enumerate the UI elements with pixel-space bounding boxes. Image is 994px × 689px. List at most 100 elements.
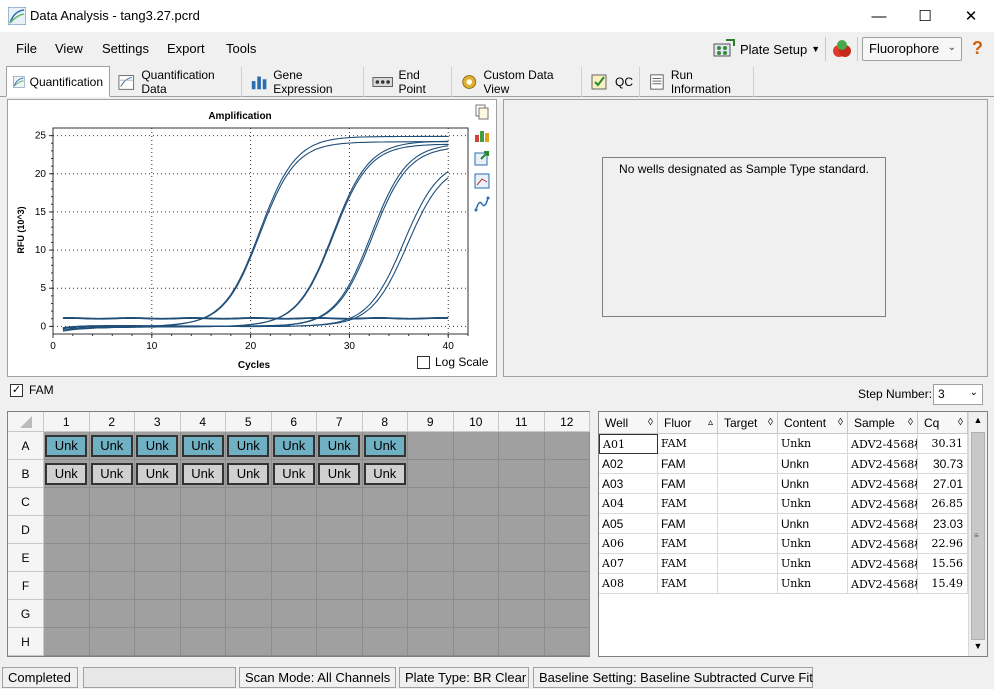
log-scale-toggle[interactable]: Log Scale [417,355,488,369]
table-cell[interactable] [718,454,778,474]
plate-well[interactable] [89,628,135,656]
plate-corner[interactable] [8,412,44,432]
plate-well[interactable] [271,488,317,516]
plate-well[interactable] [362,628,408,656]
plate-column-header[interactable]: 11 [499,412,545,432]
tab-gene-expression[interactable]: Gene Expression [244,67,364,97]
plate-well[interactable] [499,488,545,516]
plate-well[interactable] [453,460,499,488]
plate-well[interactable] [453,544,499,572]
plate-well[interactable] [180,600,226,628]
plate-well[interactable] [317,628,363,656]
plate-well[interactable]: Unk [226,460,272,488]
plate-well[interactable] [453,488,499,516]
plate-well[interactable] [453,572,499,600]
plate-well[interactable]: Unk [135,432,181,460]
plate-well[interactable] [226,488,272,516]
plate-well[interactable] [544,544,590,572]
table-header[interactable]: Sample ◊ [848,412,918,434]
table-cell[interactable]: 22.96 [918,534,968,554]
plate-well[interactable] [44,544,90,572]
plate-well[interactable]: Unk [362,432,408,460]
plate-well[interactable] [44,488,90,516]
table-cell[interactable]: A04 [599,494,658,514]
plate-well[interactable] [408,460,454,488]
menu-tools[interactable]: Tools [226,41,256,56]
table-cell[interactable]: Unkn [778,494,848,514]
plate-well[interactable] [226,572,272,600]
plate-well[interactable] [135,488,181,516]
plate-well[interactable] [271,572,317,600]
plate-well[interactable] [180,516,226,544]
table-cell[interactable]: Unkn [778,554,848,574]
plate-well[interactable] [271,544,317,572]
fam-checkbox[interactable]: ✓ [10,383,23,397]
plate-well[interactable]: Unk [89,432,135,460]
plate-column-header[interactable]: 9 [408,412,454,432]
menu-settings[interactable]: Settings [102,41,149,56]
plate-well[interactable] [44,572,90,600]
maximize-button[interactable]: ☐ [902,0,948,32]
plate-well[interactable] [544,572,590,600]
plate-row-header[interactable]: C [8,488,44,516]
plate-well[interactable] [408,516,454,544]
chart-options-icon[interactable] [474,127,490,143]
plate-well[interactable] [544,460,590,488]
plate-column-header[interactable]: 5 [226,412,272,432]
plate-row-header[interactable]: B [8,460,44,488]
plate-well[interactable]: Unk [44,460,90,488]
plate-well[interactable] [408,544,454,572]
table-cell[interactable]: FAM [658,554,718,574]
plate-well[interactable] [453,600,499,628]
export-chart-icon[interactable] [474,150,490,166]
plate-well[interactable] [362,600,408,628]
table-cell[interactable]: ADV2-4568标 [848,534,918,554]
plate-well[interactable] [180,544,226,572]
table-cell[interactable]: ADV2-4568标 [848,434,918,454]
plate-well[interactable] [317,488,363,516]
plate-well[interactable] [317,544,363,572]
table-cell[interactable] [718,434,778,454]
plate-column-header[interactable]: 8 [362,412,408,432]
plate-well[interactable]: Unk [135,460,181,488]
table-cell[interactable]: 30.73 [918,454,968,474]
plate-well[interactable] [544,488,590,516]
table-scrollbar[interactable]: ▲ ≡ ▼ [968,412,987,656]
fluorophore-select[interactable]: Fluorophore ⌄ [862,37,962,61]
plate-well[interactable] [271,628,317,656]
help-icon[interactable]: ? [972,38,983,59]
tab-end-point[interactable]: End Point [366,67,452,97]
table-cell[interactable]: ADV2-4568标 [848,474,918,494]
tab-quantification[interactable]: Quantification [6,66,110,97]
plate-well[interactable] [499,432,545,460]
plate-well[interactable] [362,516,408,544]
plate-well[interactable] [408,600,454,628]
plate-well[interactable] [180,488,226,516]
table-cell[interactable]: A03 [599,474,658,494]
plate-well[interactable] [544,516,590,544]
table-cell[interactable]: 15.49 [918,574,968,594]
menu-view[interactable]: View [55,41,83,56]
step-number-select[interactable]: 3 ⌄ [933,384,983,405]
table-cell[interactable]: A06 [599,534,658,554]
table-cell[interactable]: ADV2-4568标 [848,574,918,594]
table-cell[interactable]: 15.56 [918,554,968,574]
plate-well[interactable] [226,628,272,656]
table-cell[interactable] [718,574,778,594]
plate-row-header[interactable]: E [8,544,44,572]
plate-well[interactable] [135,516,181,544]
table-cell[interactable]: Unkn [778,514,848,534]
plate-well[interactable] [89,600,135,628]
plate-column-header[interactable]: 2 [89,412,135,432]
fam-toggle[interactable]: ✓ FAM [10,383,54,397]
table-cell[interactable]: 23.03 [918,514,968,534]
table-cell[interactable]: A07 [599,554,658,574]
table-cell[interactable]: Unkn [778,574,848,594]
plate-well[interactable] [271,600,317,628]
plate-well[interactable] [180,572,226,600]
table-cell[interactable]: Unkn [778,434,848,454]
table-cell[interactable]: Unkn [778,454,848,474]
tab-quantification-data[interactable]: Quantification Data [112,67,242,97]
table-cell[interactable]: FAM [658,534,718,554]
plate-well[interactable] [226,544,272,572]
